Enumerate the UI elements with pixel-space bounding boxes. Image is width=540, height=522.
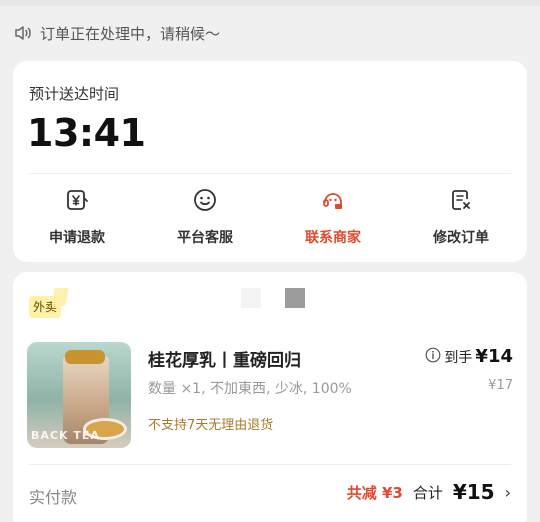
final-price-label: 到手: [444, 349, 473, 366]
refund-button[interactable]: 申请退款: [27, 187, 127, 251]
product-image-text: BACK TEA: [31, 429, 100, 442]
divider: [29, 173, 511, 174]
contact-merchant-button[interactable]: 联系商家: [283, 187, 383, 251]
edit-order-label: 修改订单: [433, 230, 489, 246]
info-icon[interactable]: [425, 347, 441, 367]
customer-service-label: 平台客服: [177, 230, 233, 246]
customer-service-icon: [192, 187, 218, 213]
edit-order-icon: [448, 187, 474, 213]
delivery-tag: 外卖: [29, 296, 62, 318]
product-image[interactable]: BACK TEA: [27, 342, 131, 448]
original-price: ¥17: [488, 378, 513, 393]
chevron-right-icon: ›: [504, 482, 511, 502]
notice-text: 订单正在处理中，请稍候～: [40, 24, 221, 43]
return-policy-note: 不支持7天无理由退货: [148, 418, 274, 433]
refund-icon: [64, 187, 90, 213]
product-spec: 数量 ×1, 不加東西, 少冰, 100%: [148, 381, 352, 397]
eta-label: 预计送达时间: [29, 85, 120, 103]
total-label: 合计: [412, 483, 443, 502]
action-bar: 申请退款 平台客服 联系商家 修改订单: [13, 187, 527, 251]
total-amount: ¥15: [452, 480, 495, 504]
edit-order-button[interactable]: 修改订单: [411, 187, 511, 251]
order-notice: 订单正在处理中，请稍候～: [14, 20, 220, 46]
contact-merchant-label: 联系商家: [305, 230, 361, 246]
product-name[interactable]: 桂花厚乳丨重磅回归: [148, 346, 301, 371]
divider: [29, 464, 511, 465]
refund-label: 申请退款: [49, 230, 105, 246]
delivery-tag-text: 外卖: [33, 300, 58, 314]
topping-graphic: [65, 350, 105, 364]
speaker-icon: [14, 25, 32, 41]
order-card: 外卖 BACK TEA 桂花厚乳丨重磅回归 数量 ×1, 不加東西, 少冰, 1…: [13, 272, 527, 522]
contact-merchant-icon: [320, 187, 346, 213]
payment-label: 实付款: [29, 488, 78, 507]
customer-service-button[interactable]: 平台客服: [155, 187, 255, 251]
final-price[interactable]: 到手 ¥14: [425, 346, 513, 367]
eta-time: 13:41: [27, 111, 146, 155]
final-price-value: ¥14: [475, 346, 513, 367]
payment-summary[interactable]: 共减 ¥3 合计 ¥15 ›: [347, 480, 511, 504]
status-strip: [0, 0, 540, 6]
placeholder-block: [241, 288, 261, 308]
discount-amount: 共减 ¥3: [346, 483, 403, 502]
placeholder-block: [285, 288, 305, 308]
eta-card: 预计送达时间 13:41 申请退款 平台客服 联系商家 修改订单: [13, 61, 527, 262]
